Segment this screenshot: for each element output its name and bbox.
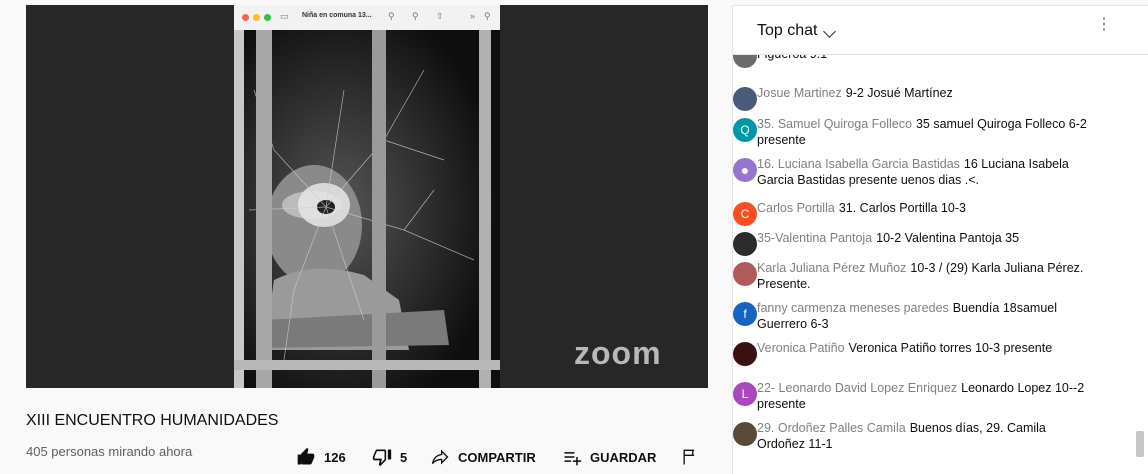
share-button[interactable]: COMPARTIR: [430, 447, 536, 467]
more-options-icon[interactable]: ⋮: [1096, 17, 1112, 33]
avatar[interactable]: [733, 422, 757, 446]
like-button[interactable]: 126: [296, 447, 346, 467]
live-chat-panel: Top chat ⋮ Figueroa 9.1 Josue Martinez9-2…: [732, 5, 1148, 474]
dislike-count: 5: [400, 449, 408, 465]
chat-messages: Figueroa 9.1 Josue Martinez9-2 Josué Mart…: [733, 55, 1133, 474]
report-button[interactable]: [680, 447, 700, 467]
share-icon: ⇧: [436, 11, 444, 21]
chat-text: 31. Carlos Portilla 10-3: [838, 201, 966, 215]
chat-message: Veronica Patiño Veronica Patiño torres 10…: [733, 340, 1087, 366]
more-chevron-icon: »: [470, 11, 476, 21]
chat-mode-selector[interactable]: Top chat: [757, 22, 817, 40]
chevron-down-icon[interactable]: [823, 25, 836, 38]
video-title: XIII ENCUENTRO HUMANIDADES: [26, 412, 279, 429]
avatar[interactable]: [733, 342, 757, 366]
save-label: GUARDAR: [590, 449, 657, 465]
zoom-in-icon: ⚲: [412, 11, 419, 21]
girl-behind-broken-window-image: [234, 30, 500, 388]
chat-message: 29. Ordoñez Palles Camila Buenos días, 29…: [733, 420, 1087, 452]
thumbs-down-icon: [372, 449, 392, 467]
chat-author[interactable]: 35. Samuel Quiroga Folleco: [757, 117, 912, 131]
avatar[interactable]: C: [733, 202, 757, 226]
share-label: COMPARTIR: [458, 449, 536, 465]
window-photo: [234, 30, 500, 388]
chat-message: L 22- Leonardo David Lopez Enriquez Leonar…: [733, 380, 1087, 412]
avatar[interactable]: [733, 232, 757, 256]
avatar[interactable]: [733, 55, 757, 68]
like-count: 126: [324, 449, 346, 465]
chat-text: 9-2 Josué Martínez: [845, 86, 953, 100]
chat-author[interactable]: 35-Valentina Pantoja: [757, 231, 872, 245]
avatar[interactable]: Q: [733, 118, 757, 142]
avatar[interactable]: ●: [733, 158, 757, 182]
close-dot-icon: [242, 14, 249, 21]
minimize-dot-icon: [253, 14, 260, 21]
chat-message: Figueroa 9.1: [733, 55, 1087, 68]
chat-message: Josue Martinez 9-2 Josué Martínez: [733, 85, 1087, 111]
avatar[interactable]: [733, 262, 757, 286]
playlist-add-icon: [564, 452, 582, 466]
chat-message: Q 35. Samuel Quiroga Folleco 35 samuel Qui…: [733, 116, 1087, 148]
chat-text: Veronica Patiño torres 10-3 presente: [848, 341, 1053, 355]
save-button[interactable]: GUARDAR: [562, 447, 656, 467]
chat-author[interactable]: fanny carmenza meneses paredes: [757, 301, 949, 315]
sidebar-icon: ▭: [280, 11, 289, 21]
chat-text: 10-2 Valentina Pantoja 35: [876, 231, 1020, 245]
thumbs-up-icon: [297, 447, 315, 465]
chat-scrollbar[interactable]: [1136, 431, 1144, 457]
chat-message: C Carlos Portilla 31. Carlos Portilla 10-3: [733, 200, 1087, 226]
chat-header: Top chat ⋮: [733, 6, 1148, 55]
avatar[interactable]: [733, 87, 757, 111]
video-player[interactable]: ▭ Niña en comuna 13... ⚲ ⚲ ⇧ » ⚲ zoom: [26, 5, 708, 388]
chat-author[interactable]: Carlos Portilla: [757, 201, 835, 215]
search-icon: ⚲: [484, 11, 491, 21]
avatar[interactable]: L: [733, 382, 757, 406]
shared-screen: ▭ Niña en comuna 13... ⚲ ⚲ ⇧ » ⚲: [234, 5, 500, 388]
dislike-button[interactable]: 5: [372, 447, 407, 467]
share-arrow-icon: [431, 449, 449, 465]
chat-author[interactable]: 22- Leonardo David Lopez Enriquez: [757, 381, 957, 395]
chat-text: Figueroa 9.1: [757, 55, 827, 61]
chat-author[interactable]: Veronica Patiño: [757, 341, 845, 355]
chat-message: f fanny carmenza meneses paredes Buendía 1…: [733, 300, 1087, 332]
flag-icon: [683, 449, 695, 465]
avatar[interactable]: f: [733, 302, 757, 326]
chat-message: 35-Valentina Pantoja 10-2 Valentina Panto…: [733, 230, 1087, 256]
browser-toolbar: ▭ Niña en comuna 13... ⚲ ⚲ ⇧ » ⚲: [234, 5, 500, 31]
zoom-watermark: zoom: [574, 335, 662, 371]
chat-author[interactable]: 16. Luciana Isabella Garcia Bastidas: [757, 157, 960, 171]
zoom-out-icon: ⚲: [388, 11, 395, 21]
chat-author[interactable]: Karla Juliana Pérez Muñoz: [757, 261, 906, 275]
chat-author[interactable]: 29. Ordoñez Palles Camila: [757, 421, 906, 435]
chat-message: ● 16. Luciana Isabella Garcia Bastidas 16 …: [733, 156, 1087, 188]
chat-message: Karla Juliana Pérez Muñoz 10-3 / (29) Kar…: [733, 260, 1087, 292]
maximize-dot-icon: [264, 14, 271, 21]
chat-author[interactable]: Josue Martinez: [757, 86, 842, 100]
browser-tab-title: Niña en comuna 13...: [302, 12, 372, 19]
viewer-count: 405 personas mirando ahora: [26, 444, 193, 459]
